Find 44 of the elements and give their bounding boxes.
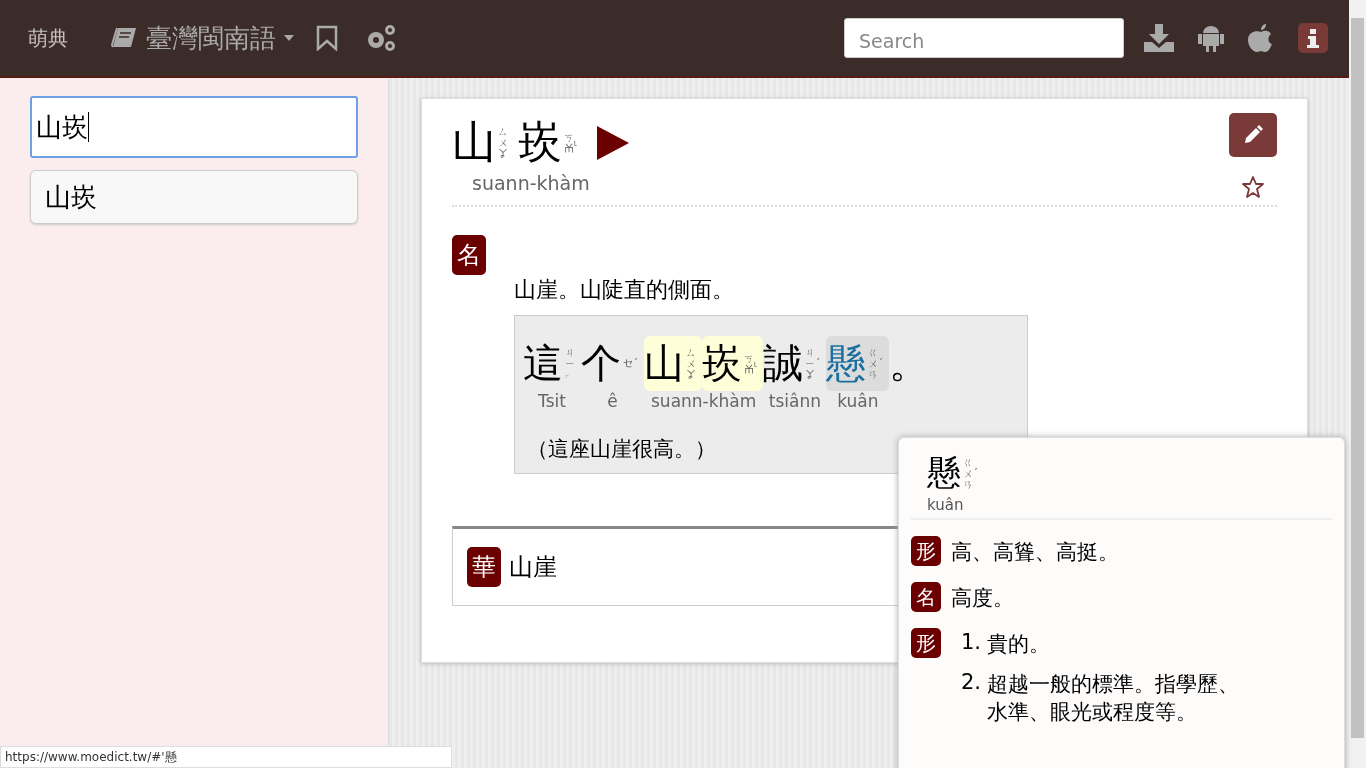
romanization: suann-khàm xyxy=(471,172,591,194)
headword-character: 崁 xyxy=(518,115,562,169)
android-icon[interactable] xyxy=(1198,23,1224,53)
book-icon xyxy=(110,26,138,50)
definition-text: 山崖。山陡直的側面。 xyxy=(514,276,735,304)
part-of-speech-tag: 名 xyxy=(911,582,941,612)
translation-text: （這座山崖很高。） xyxy=(526,436,716,463)
definition-text: 高、高聳、高挺。 xyxy=(951,539,1119,566)
romanization: kuân xyxy=(927,496,965,514)
word-romanization: tsiânn xyxy=(768,391,821,411)
part-of-speech-tag: 形 xyxy=(911,628,941,658)
example-character[interactable]: 。 xyxy=(889,336,932,391)
word-romanization: kuân xyxy=(837,391,879,411)
item-number: 1. xyxy=(960,630,982,656)
play-icon[interactable] xyxy=(597,125,630,160)
popup-character: 懸 xyxy=(927,451,961,494)
star-icon[interactable] xyxy=(1241,175,1265,199)
caret-icon xyxy=(284,35,294,41)
mandarin-word[interactable]: 山崖 xyxy=(509,551,557,583)
word-romanization: suann-khàm xyxy=(651,391,757,411)
definition-text: 高度。 xyxy=(951,585,1014,612)
word-romanization: ê xyxy=(607,391,618,411)
part-of-speech-tag: 名 xyxy=(452,235,486,275)
dictionary-menu[interactable]: 臺灣閩南語 xyxy=(110,20,294,56)
item-number: 2. xyxy=(960,670,982,696)
part-of-speech-tag: 形 xyxy=(911,536,941,566)
pencil-icon xyxy=(1243,125,1263,145)
query-field[interactable]: 山崁 xyxy=(30,96,358,158)
word-romanization: Tsit xyxy=(538,391,566,411)
definition-text: 超越一般的標準。指學歷、水準、眼光或程度等。 xyxy=(987,671,1241,726)
bookmark-icon[interactable] xyxy=(316,25,338,51)
info-icon[interactable] xyxy=(1298,23,1328,53)
search-field[interactable]: Search xyxy=(844,18,1124,58)
status-url: https://www.moedict.tw/#'懸 xyxy=(0,746,452,768)
language-tag: 華 xyxy=(467,547,501,587)
zhuyin-annotation: ㄙㄨㆩ xyxy=(498,126,508,159)
headword-character: 山 xyxy=(452,115,496,169)
zhuyin-annotation: ㄍㄨㄢ ˊ xyxy=(963,456,978,490)
logo[interactable]: 萌典 xyxy=(28,24,68,52)
apple-icon[interactable] xyxy=(1248,23,1274,53)
edit-button[interactable] xyxy=(1229,113,1277,157)
download-icon[interactable] xyxy=(1144,24,1174,52)
definition-text: 貴的。 xyxy=(987,631,1051,658)
suggestion-item[interactable]: 山崁 xyxy=(30,170,358,224)
